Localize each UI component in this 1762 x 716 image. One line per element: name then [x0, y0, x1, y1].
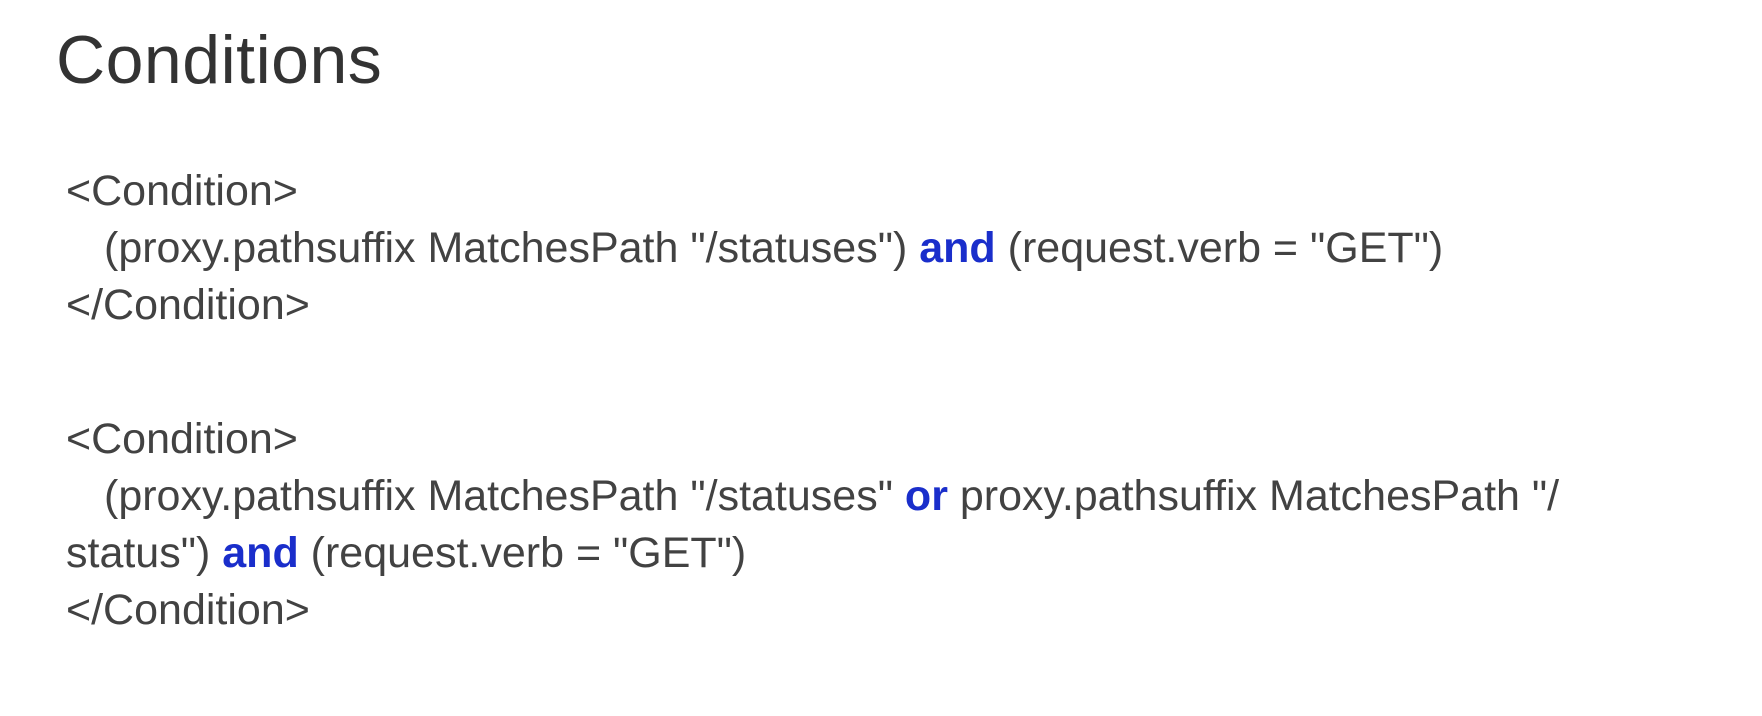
- keyword-and: and: [919, 224, 996, 272]
- slide: Conditions <Condition> (proxy.pathsuffix…: [0, 0, 1762, 716]
- keyword-and: and: [222, 529, 299, 577]
- expression-text: (proxy.pathsuffix MatchesPath "/statuses…: [104, 472, 905, 520]
- condition-close-tag: </Condition>: [66, 586, 310, 634]
- condition-block-1: <Condition> (proxy.pathsuffix MatchesPat…: [66, 163, 1443, 334]
- condition-expression: (proxy.pathsuffix MatchesPath "/statuses…: [66, 220, 1443, 277]
- expression-text: (request.verb = "GET"): [995, 224, 1444, 272]
- expression-text: status"): [66, 529, 223, 577]
- expression-text: (request.verb = "GET"): [298, 529, 747, 577]
- page-title: Conditions: [56, 22, 383, 98]
- condition-open-tag: <Condition>: [66, 167, 298, 215]
- keyword-or: or: [904, 472, 948, 520]
- condition-open-tag: <Condition>: [66, 415, 298, 463]
- expression-text: (proxy.pathsuffix MatchesPath "/statuses…: [104, 224, 920, 272]
- condition-expression-line-2: status") and (request.verb = "GET"): [66, 525, 1559, 582]
- condition-close-tag: </Condition>: [66, 281, 310, 329]
- expression-text: proxy.pathsuffix MatchesPath "/: [947, 472, 1560, 520]
- condition-block-2: <Condition> (proxy.pathsuffix MatchesPat…: [66, 411, 1559, 639]
- condition-expression-line-1: (proxy.pathsuffix MatchesPath "/statuses…: [66, 468, 1559, 525]
